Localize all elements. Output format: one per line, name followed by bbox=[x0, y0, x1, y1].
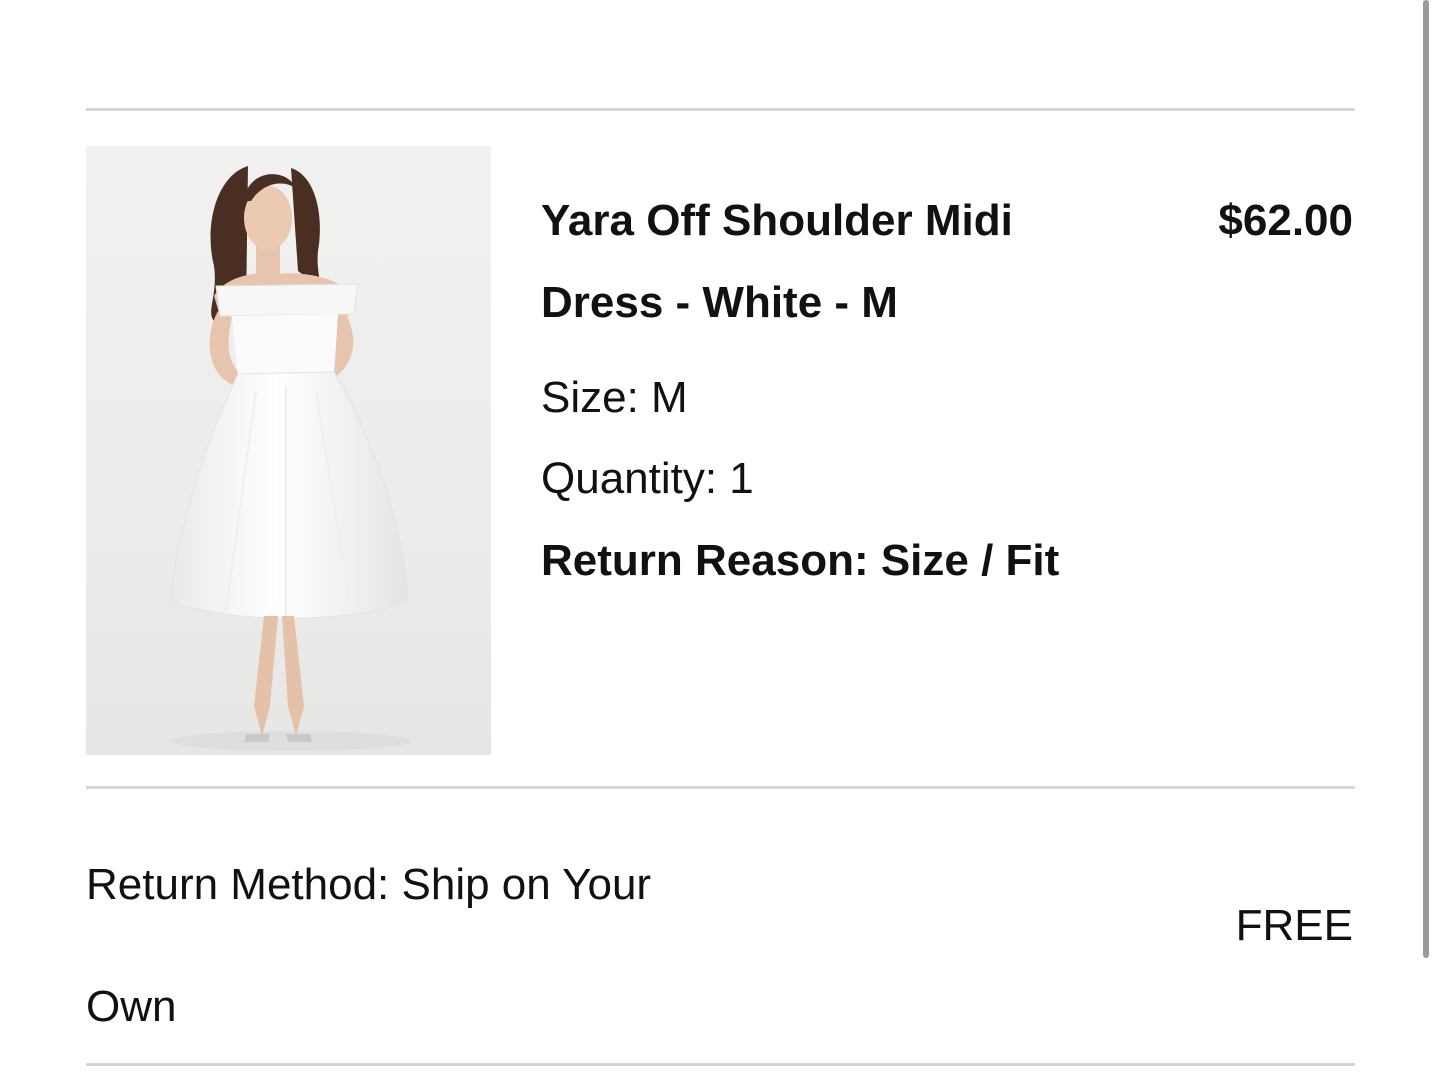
section-divider bbox=[86, 786, 1355, 789]
vertical-scrollbar[interactable] bbox=[1423, 0, 1429, 958]
return-item-page: Yara Off Shoulder Midi Dress - White - M… bbox=[0, 0, 1440, 1079]
return-method-label: Return Method: Ship on Your Own bbox=[86, 860, 652, 1031]
bottom-divider bbox=[86, 1063, 1355, 1066]
item-size: Size: M bbox=[541, 373, 688, 422]
item-title: Yara Off Shoulder Midi Dress - White - M bbox=[541, 196, 1013, 327]
return-reason: Return Reason: Size / Fit bbox=[541, 536, 1060, 585]
top-divider bbox=[86, 108, 1355, 111]
return-method-cost: FREE bbox=[1235, 901, 1353, 950]
product-image bbox=[86, 146, 491, 755]
item-price: $62.00 bbox=[1218, 196, 1353, 245]
item-quantity: Quantity: 1 bbox=[541, 454, 754, 503]
